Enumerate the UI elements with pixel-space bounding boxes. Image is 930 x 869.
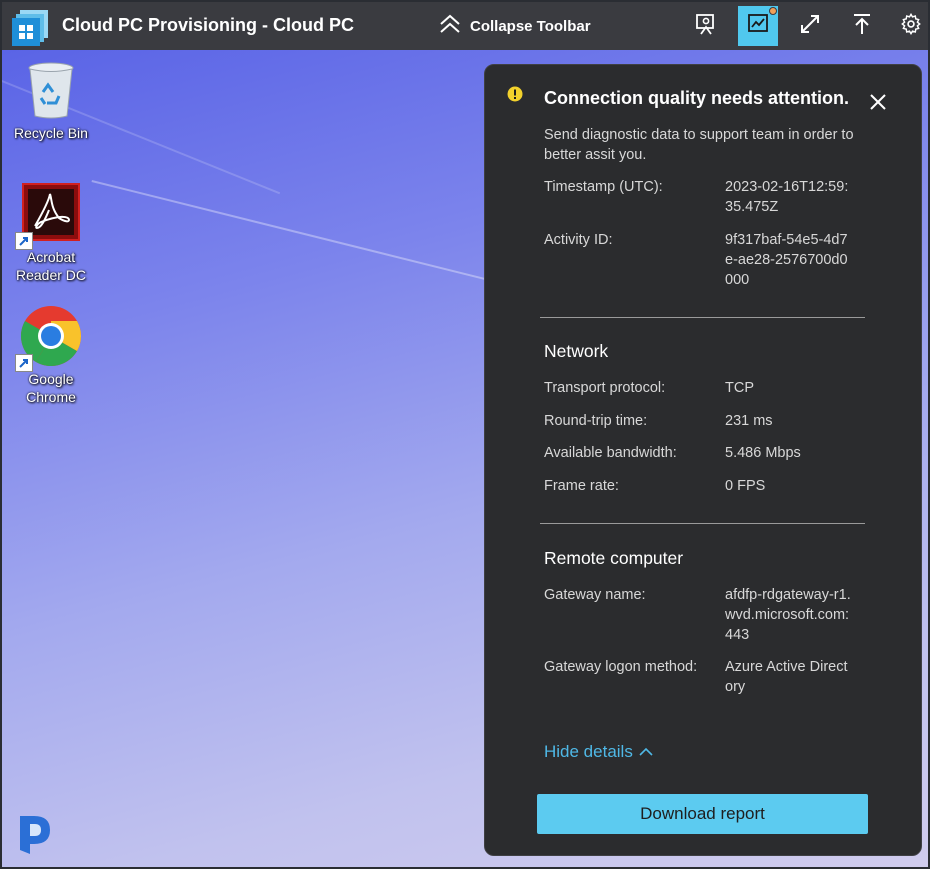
hide-details-link[interactable]: Hide details: [544, 742, 653, 762]
remote-row-value: afdfp-rdgateway-r1.wvd.microsoft.com:443: [725, 587, 851, 643]
activity-id-value: 9f317baf-54e5-4d7e-ae28-2576700d0000: [725, 232, 848, 288]
chevron-up-icon: [639, 742, 653, 762]
desktop-icon-label: Acrobat Reader DC: [15, 249, 87, 283]
desktop-icon-acrobat[interactable]: Acrobat Reader DC: [6, 182, 96, 284]
connection-info-button[interactable]: [686, 6, 726, 46]
hide-details-label: Hide details: [544, 742, 633, 761]
divider: [540, 317, 865, 318]
acrobat-icon: [15, 182, 83, 250]
wallpaper-streak: [91, 180, 500, 284]
remote-row-label: Gateway name:: [544, 587, 646, 603]
desktop-icon-label: Recycle Bin: [14, 125, 88, 141]
timestamp-label: Timestamp (UTC):: [544, 179, 663, 195]
connection-quality-button[interactable]: [738, 6, 778, 46]
shortcut-arrow-icon: [15, 232, 33, 250]
remote-row: Gateway name: afdfp-rdgateway-r1.wvd.mic…: [544, 585, 874, 647]
collapse-toolbar-button[interactable]: Collapse Toolbar: [438, 12, 591, 40]
network-heading: Network: [544, 341, 609, 361]
fullscreen-icon: [798, 12, 822, 41]
panel-description: Send diagnostic data to support team in …: [544, 127, 854, 163]
settings-button[interactable]: [894, 6, 928, 46]
divider: [540, 523, 865, 524]
network-row-value: TCP: [725, 380, 754, 396]
double-chevron-up-icon: [438, 12, 462, 41]
window-title: Cloud PC Provisioning - Cloud PC: [62, 15, 354, 35]
network-row-value: 0 FPS: [725, 478, 766, 494]
panel-title: Connection quality needs attention.: [544, 88, 850, 108]
connection-quality-panel: Connection quality needs attention. Send…: [484, 64, 922, 856]
connection-info-icon: [694, 12, 718, 41]
remote-row: Gateway logon method: Azure Active Direc…: [544, 657, 874, 699]
network-row-label: Frame rate:: [544, 478, 619, 494]
pin-top-button[interactable]: [842, 6, 882, 46]
chrome-icon: [15, 304, 83, 372]
network-row-value: 231 ms: [725, 413, 773, 429]
network-row-label: Transport protocol:: [544, 380, 666, 396]
desktop-icon-chrome[interactable]: Google Chrome: [6, 304, 96, 406]
network-row-label: Available bandwidth:: [544, 445, 677, 461]
network-row-label: Round-trip time:: [544, 413, 648, 429]
pin-top-icon: [850, 12, 874, 41]
timestamp-row: Timestamp (UTC): 2023-02-16T12:59:35.475…: [544, 177, 874, 219]
cloud-pc-window: Cloud PC Provisioning - Cloud PC Collaps…: [0, 0, 930, 869]
notification-dot: [769, 7, 777, 15]
windows-365-app-icon: [12, 8, 50, 46]
remote-computer-heading: Remote computer: [544, 548, 684, 568]
close-button[interactable]: [867, 93, 889, 115]
desktop-icon-label: Google Chrome: [26, 371, 76, 405]
recycle-bin-icon: [19, 58, 83, 122]
remote-row-label: Gateway logon method:: [544, 659, 698, 675]
warning-icon: [507, 86, 523, 102]
desktop-icon-recycle-bin[interactable]: Recycle Bin: [6, 58, 96, 142]
collapse-toolbar-label: Collapse Toolbar: [470, 17, 591, 35]
download-report-button[interactable]: Download report: [537, 794, 868, 834]
activity-id-row: Activity ID: 9f317baf-54e5-4d7e-ae28-257…: [544, 230, 874, 292]
close-icon: [869, 93, 887, 116]
fullscreen-button[interactable]: [790, 6, 830, 46]
network-row-value: 5.486 Mbps: [725, 445, 801, 461]
timestamp-value: 2023-02-16T12:59:35.475Z: [725, 179, 849, 215]
gear-icon: [900, 12, 922, 40]
remote-row-value: Azure Active Directory: [725, 659, 848, 695]
title-bar: Cloud PC Provisioning - Cloud PC Collaps…: [2, 2, 928, 50]
activity-id-label: Activity ID:: [544, 232, 613, 248]
brand-logo-icon: [16, 812, 56, 856]
shortcut-arrow-icon: [15, 354, 33, 372]
connection-quality-icon: [746, 12, 770, 41]
